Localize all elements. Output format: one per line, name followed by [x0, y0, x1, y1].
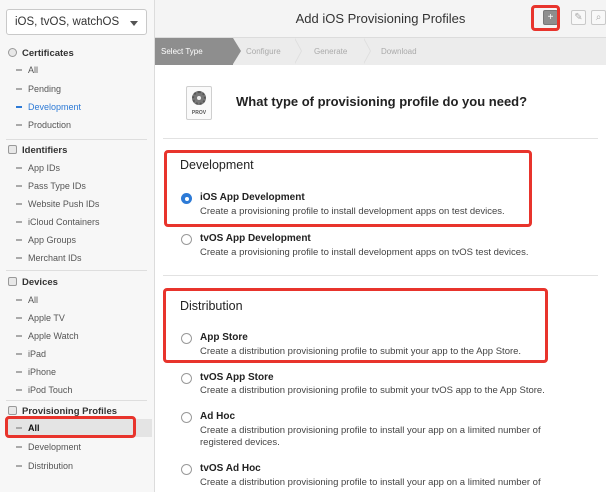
- device-icon: [8, 277, 17, 286]
- sidebar-item-devices-all[interactable]: All: [16, 295, 38, 305]
- question-heading: What type of provisioning profile do you…: [236, 94, 528, 109]
- sidebar-item-profiles-distribution[interactable]: Distribution: [16, 461, 73, 471]
- tvos-app-store-desc: Create a distribution provisioning profi…: [200, 385, 545, 396]
- tvos-app-development-desc: Create a provisioning profile to install…: [200, 247, 529, 258]
- sidebar-item-iphone[interactable]: iPhone: [16, 367, 56, 377]
- ad-hoc-label[interactable]: Ad Hoc: [200, 411, 235, 422]
- sidebar-item-merchant-ids[interactable]: Merchant IDs: [16, 253, 82, 263]
- sidebar-item-app-groups[interactable]: App Groups: [16, 235, 76, 245]
- list-icon: [16, 389, 22, 391]
- divider: [163, 275, 598, 276]
- tvos-ad-hoc-radio[interactable]: [181, 464, 192, 475]
- sidebar-item-certificates-production[interactable]: Production: [16, 120, 71, 130]
- edit-icon[interactable]: ✎: [571, 10, 586, 25]
- sidebar-item-certificates-development[interactable]: Development: [16, 102, 81, 112]
- list-icon: [16, 88, 22, 90]
- sidebar-item-app-ids[interactable]: App IDs: [16, 163, 60, 173]
- step-separator: [363, 37, 371, 64]
- list-icon: [16, 239, 22, 241]
- list-icon: [16, 446, 22, 448]
- sidebar-item-website-push-ids[interactable]: Website Push IDs: [16, 199, 99, 209]
- sidebar-item-apple-watch[interactable]: Apple Watch: [16, 331, 79, 341]
- ad-hoc-radio[interactable]: [181, 412, 192, 423]
- section-identifiers: Identifiers: [8, 145, 67, 156]
- tvos-app-development-radio[interactable]: [181, 234, 192, 245]
- list-icon: [16, 106, 22, 108]
- sidebar-divider: [6, 400, 147, 401]
- ad-hoc-desc: Create a distribution provisioning profi…: [200, 425, 541, 448]
- list-icon: [16, 124, 22, 126]
- list-icon: [16, 465, 22, 467]
- gear-icon: [192, 91, 206, 105]
- list-icon: [16, 353, 22, 355]
- step-download: Download: [381, 47, 417, 56]
- sidebar-item-pass-type-ids[interactable]: Pass Type IDs: [16, 181, 86, 191]
- sidebar-item-ipad[interactable]: iPad: [16, 349, 46, 359]
- section-devices: Devices: [8, 277, 58, 288]
- list-icon: [16, 335, 22, 337]
- list-icon: [16, 221, 22, 223]
- certificate-icon: [8, 48, 17, 57]
- step-progress-bar: Select Type Configure Generate Download: [155, 37, 606, 65]
- sidebar-item-profiles-development[interactable]: Development: [16, 442, 81, 452]
- tvos-ad-hoc-label[interactable]: tvOS Ad Hoc: [200, 463, 261, 474]
- sidebar-item-certificates-all[interactable]: All: [16, 65, 38, 75]
- step-select-type: Select Type: [155, 38, 241, 65]
- platform-selector-value: iOS, tvOS, watchOS: [15, 16, 120, 28]
- list-icon: [16, 317, 22, 319]
- step-generate: Generate: [314, 47, 348, 56]
- id-icon: [8, 145, 17, 154]
- list-icon: [16, 257, 22, 259]
- list-icon: [16, 69, 22, 71]
- list-icon: [16, 371, 22, 373]
- sidebar-divider: [6, 270, 147, 271]
- search-icon[interactable]: ⌕: [591, 10, 606, 25]
- sidebar-item-certificates-pending[interactable]: Pending: [16, 84, 61, 94]
- highlight-app-store-section: [163, 288, 548, 363]
- list-icon: [16, 299, 22, 301]
- platform-selector[interactable]: iOS, tvOS, watchOS: [6, 9, 147, 35]
- section-certificates: Certificates: [8, 48, 74, 59]
- sidebar-item-apple-tv[interactable]: Apple TV: [16, 313, 65, 323]
- list-icon: [16, 203, 22, 205]
- sidebar-item-icloud-containers[interactable]: iCloud Containers: [16, 217, 100, 227]
- list-icon: [16, 185, 22, 187]
- tvos-app-development-label[interactable]: tvOS App Development: [200, 233, 311, 244]
- tvos-app-store-radio[interactable]: [181, 373, 192, 384]
- profile-icon: [8, 406, 17, 415]
- divider: [163, 138, 598, 139]
- sidebar-item-ipod-touch[interactable]: iPod Touch: [16, 385, 72, 395]
- step-separator: [294, 37, 302, 64]
- provisioning-profile-icon: PROV: [186, 86, 212, 120]
- highlight-profiles-all: [5, 416, 136, 438]
- chevron-down-icon: [130, 21, 138, 26]
- tvos-ad-hoc-desc: Create a distribution provisioning profi…: [200, 477, 541, 488]
- list-icon: [16, 167, 22, 169]
- sidebar-divider: [6, 139, 147, 140]
- highlight-development-section: [164, 150, 532, 227]
- highlight-add-button: [531, 5, 560, 31]
- tvos-app-store-label[interactable]: tvOS App Store: [200, 372, 274, 383]
- step-configure: Configure: [246, 47, 281, 56]
